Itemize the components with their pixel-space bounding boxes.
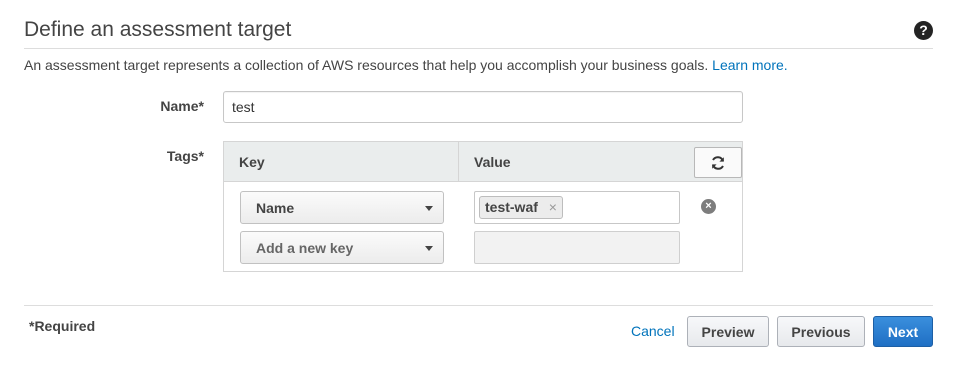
help-icon[interactable]: ? <box>914 21 933 40</box>
description: An assessment target represents a collec… <box>24 57 788 73</box>
tag-key-select-label: Name <box>256 200 295 216</box>
tag-value-chip: test-waf × <box>479 196 563 219</box>
chip-remove-icon[interactable]: × <box>549 197 557 218</box>
description-text: An assessment target represents a collec… <box>24 57 709 73</box>
refresh-icon <box>712 155 724 170</box>
tag-value-field[interactable]: test-waf × <box>474 191 680 224</box>
name-label: Name* <box>160 98 204 114</box>
title-divider <box>24 48 933 49</box>
footer-divider <box>24 305 933 306</box>
tag-key-select[interactable]: Name <box>240 191 444 224</box>
preview-button[interactable]: Preview <box>687 316 769 347</box>
chevron-down-icon <box>425 206 433 211</box>
new-value-field[interactable] <box>474 231 680 264</box>
key-column-header: Key <box>239 154 265 170</box>
new-key-select[interactable]: Add a new key <box>240 231 444 264</box>
tag-value-chip-label: test-waf <box>485 199 538 215</box>
previous-button[interactable]: Previous <box>777 316 865 347</box>
new-key-select-label: Add a new key <box>256 240 354 256</box>
tags-label: Tags* <box>166 148 204 164</box>
refresh-button[interactable] <box>694 147 742 178</box>
name-input[interactable] <box>223 91 743 123</box>
chevron-down-icon <box>425 246 433 251</box>
tags-table: Key Value Name test-waf × × Add a new ke… <box>223 141 743 272</box>
next-button[interactable]: Next <box>873 316 933 347</box>
learn-more-link[interactable]: Learn more. <box>712 57 787 73</box>
remove-row-icon[interactable]: × <box>701 199 716 214</box>
header-divider <box>458 142 459 182</box>
required-note: *Required <box>29 318 96 334</box>
value-column-header: Value <box>474 154 511 170</box>
tags-header: Key Value <box>224 142 742 182</box>
page-title: Define an assessment target <box>24 18 292 41</box>
cancel-link[interactable]: Cancel <box>631 323 675 339</box>
